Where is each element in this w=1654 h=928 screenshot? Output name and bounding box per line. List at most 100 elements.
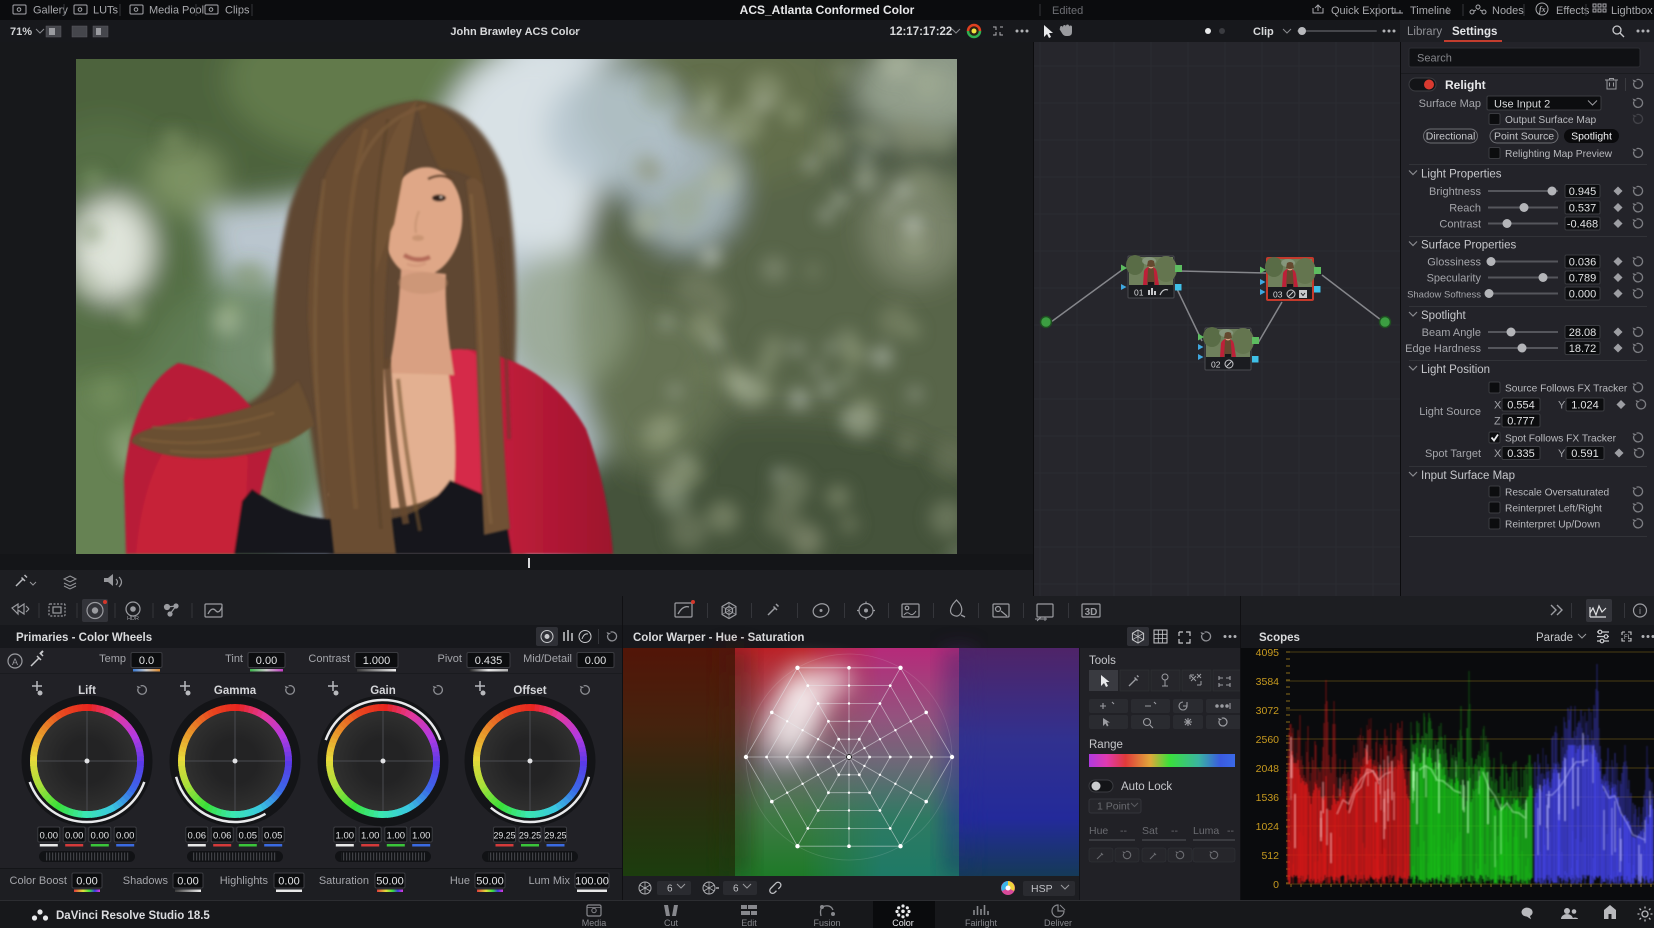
svg-text:Quick Export: Quick Export	[1331, 5, 1394, 17]
svg-text:18.72: 18.72	[1569, 343, 1597, 355]
svg-text:02: 02	[1211, 360, 1221, 370]
svg-text:Sat: Sat	[1142, 825, 1158, 837]
svg-text:Hue: Hue	[450, 875, 470, 887]
svg-text:DaVinci Resolve Studio 18.5: DaVinci Resolve Studio 18.5	[56, 910, 210, 922]
svg-text:Saturation: Saturation	[319, 875, 369, 887]
svg-text:0.00: 0.00	[256, 655, 277, 667]
svg-text:1.00: 1.00	[412, 831, 431, 842]
svg-text:Light Source: Light Source	[1419, 406, 1481, 418]
svg-text:A: A	[12, 657, 18, 667]
svg-text:1024: 1024	[1256, 821, 1280, 833]
svg-text:Gain: Gain	[370, 685, 396, 697]
svg-text:0.00: 0.00	[91, 831, 110, 842]
svg-text:Hue: Hue	[1089, 825, 1108, 837]
svg-text:29.25: 29.25	[493, 831, 515, 841]
svg-text:1536: 1536	[1256, 792, 1280, 804]
svg-text:0.777: 0.777	[1507, 416, 1535, 428]
svg-text:0.335: 0.335	[1507, 448, 1535, 460]
svg-text:6: 6	[667, 884, 673, 895]
svg-text:Primaries - Color Wheels: Primaries - Color Wheels	[16, 632, 152, 644]
svg-text:0.00: 0.00	[40, 831, 59, 842]
svg-text:Color Warper - Hue - Saturatio: Color Warper - Hue - Saturation	[633, 632, 804, 644]
svg-text:29.25: 29.25	[519, 831, 541, 841]
svg-text:Input Surface Map: Input Surface Map	[1421, 470, 1515, 482]
svg-text:Edited: Edited	[1052, 5, 1083, 17]
svg-text:0.591: 0.591	[1571, 448, 1599, 460]
svg-text:--: --	[1227, 825, 1234, 837]
svg-text:HSP: HSP	[1031, 883, 1053, 895]
svg-text:Tools: Tools	[1089, 655, 1116, 667]
svg-text:1.00: 1.00	[336, 831, 355, 842]
svg-text:Timeline: Timeline	[1410, 5, 1451, 17]
svg-text:FL: FL	[1624, 635, 1632, 641]
svg-text:HDR: HDR	[127, 616, 139, 622]
svg-text:1 Point: 1 Point	[1097, 801, 1130, 813]
svg-text:Offset: Offset	[513, 685, 546, 697]
svg-text:Glossiness: Glossiness	[1427, 257, 1481, 269]
svg-text:0.05: 0.05	[239, 831, 258, 842]
svg-text:Scopes: Scopes	[1259, 632, 1300, 644]
svg-text:Spotlight: Spotlight	[1421, 310, 1467, 322]
svg-text:01: 01	[1134, 288, 1144, 298]
svg-text:LUTs: LUTs	[93, 5, 119, 17]
svg-text:Fusion: Fusion	[813, 918, 840, 928]
svg-text:0.05: 0.05	[264, 831, 283, 842]
svg-text:Relighting Map Preview: Relighting Map Preview	[1505, 149, 1613, 160]
svg-text:0.000: 0.000	[1569, 289, 1597, 301]
svg-text:0: 0	[1273, 879, 1279, 891]
svg-text:0.435: 0.435	[475, 655, 503, 667]
svg-text:512: 512	[1261, 850, 1279, 862]
svg-text:12:17:17:22: 12:17:17:22	[890, 26, 953, 38]
svg-text:Parade: Parade	[1536, 632, 1573, 644]
svg-text:Gamma: Gamma	[214, 685, 257, 697]
svg-text:Shadow Softness: Shadow Softness	[1407, 290, 1481, 301]
svg-text:Z: Z	[1494, 416, 1501, 428]
svg-text:Luma: Luma	[1193, 825, 1219, 837]
svg-text:Clips: Clips	[225, 5, 250, 17]
svg-text:i: i	[1639, 606, 1641, 616]
svg-text:Cut: Cut	[664, 918, 679, 928]
svg-text:3072: 3072	[1256, 705, 1280, 717]
svg-text:Light Properties: Light Properties	[1421, 169, 1502, 181]
svg-text:0.00: 0.00	[116, 831, 135, 842]
svg-text:ACS_Atlanta Conformed Color: ACS_Atlanta Conformed Color	[740, 3, 915, 17]
svg-text:6: 6	[733, 884, 739, 895]
svg-text:Pivot: Pivot	[438, 653, 462, 665]
svg-text:0.00: 0.00	[177, 876, 198, 888]
svg-text:Media: Media	[582, 918, 607, 928]
svg-text:Gallery: Gallery	[33, 5, 68, 17]
svg-text:0.06: 0.06	[213, 831, 232, 842]
svg-text:Surface Map: Surface Map	[1419, 98, 1481, 110]
svg-text:fx: fx	[1539, 5, 1546, 14]
svg-text:Mid/Detail: Mid/Detail	[523, 653, 572, 665]
svg-text:X: X	[1494, 448, 1502, 460]
svg-text:Point Source: Point Source	[1494, 131, 1554, 143]
svg-text:03: 03	[1273, 290, 1283, 300]
svg-text:Library: Library	[1407, 26, 1442, 38]
svg-text:0.036: 0.036	[1569, 257, 1597, 269]
svg-text:0.945: 0.945	[1569, 186, 1597, 198]
svg-text:1.024: 1.024	[1571, 400, 1599, 412]
svg-text:Spotlight: Spotlight	[1571, 131, 1612, 143]
svg-text:Contrast: Contrast	[1439, 219, 1481, 231]
svg-text:Nodes: Nodes	[1492, 5, 1524, 17]
svg-text:Temp: Temp	[99, 653, 126, 665]
svg-text:Use Input 2: Use Input 2	[1494, 99, 1550, 111]
svg-text:Tint: Tint	[225, 653, 243, 665]
svg-text:100.00: 100.00	[575, 876, 609, 888]
svg-text:John Brawley ACS Color: John Brawley ACS Color	[450, 26, 580, 38]
svg-text:2048: 2048	[1256, 763, 1280, 775]
svg-text:Surface Properties: Surface Properties	[1421, 240, 1516, 252]
svg-text:Color Boost: Color Boost	[10, 875, 67, 887]
svg-text:1.00: 1.00	[387, 831, 406, 842]
svg-text:Directional: Directional	[1426, 131, 1476, 143]
svg-text:0.00: 0.00	[65, 831, 84, 842]
svg-text:Spot Target: Spot Target	[1425, 448, 1481, 460]
svg-text:0.789: 0.789	[1569, 273, 1597, 285]
svg-text:3584: 3584	[1256, 676, 1280, 688]
svg-text:Shadows: Shadows	[123, 875, 169, 887]
svg-text:Fairlight: Fairlight	[965, 918, 998, 928]
svg-text:Settings: Settings	[1452, 26, 1497, 38]
svg-text:--: --	[1171, 825, 1178, 837]
svg-text:0.00: 0.00	[278, 876, 299, 888]
